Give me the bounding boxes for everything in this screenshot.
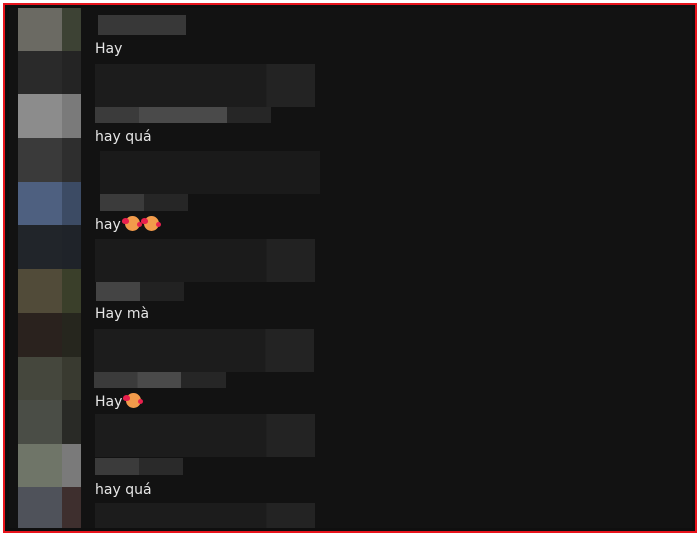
comment-text: Hay mà: [95, 306, 150, 322]
comment-text: hay quá: [95, 482, 152, 498]
blurred-content: [95, 64, 315, 107]
blurred-name: [95, 107, 271, 123]
blurred-content: [95, 503, 315, 528]
comment-text: Hay: [95, 41, 123, 57]
comment-text: Hay: [95, 393, 144, 411]
comment-text: hay: [95, 216, 161, 234]
blurred-name: [96, 282, 184, 301]
blurred-content: [100, 151, 320, 194]
blurred-name: [98, 15, 186, 35]
smiling-face-with-hearts-icon: [140, 216, 161, 231]
blurred-content: [95, 239, 315, 282]
blurred-name: [95, 458, 183, 475]
screenshot-frame: Hay hay quá hay Hay mà Hay hay quá: [3, 3, 697, 533]
smiling-face-with-hearts-icon: [121, 216, 142, 231]
comment-text-label: Hay: [95, 394, 123, 410]
comment-feed: Hay hay quá hay Hay mà Hay hay quá: [9, 8, 692, 528]
blurred-content: [94, 329, 314, 372]
avatar-column: [18, 8, 87, 528]
comment-text: hay quá: [95, 129, 152, 145]
comment-text-label: hay: [95, 217, 121, 233]
blurred-content: [95, 414, 315, 457]
blurred-name: [100, 194, 188, 211]
blurred-name: [94, 372, 226, 388]
smiling-face-with-hearts-icon: [123, 393, 144, 408]
